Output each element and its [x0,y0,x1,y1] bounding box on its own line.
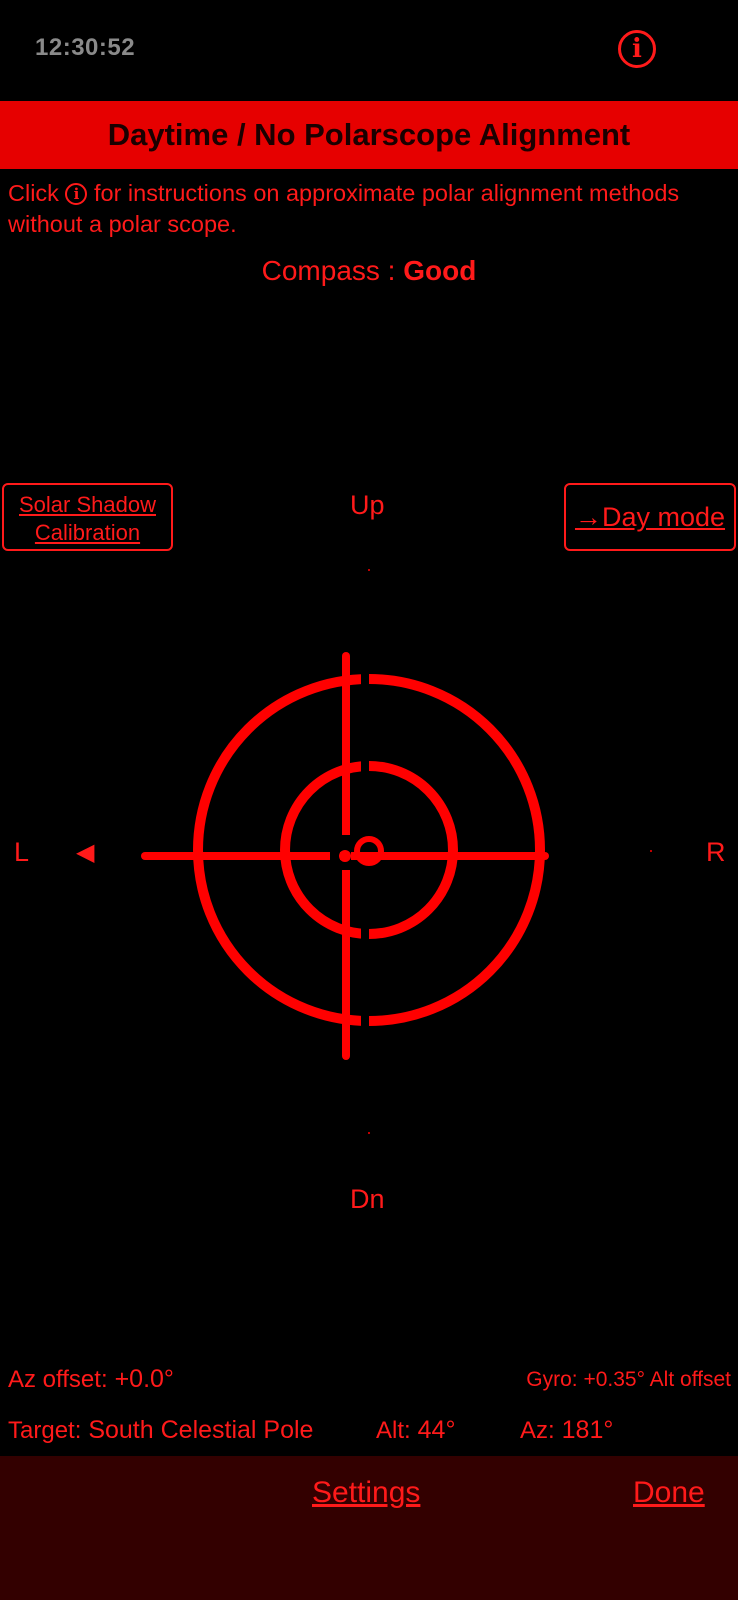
az-offset-value: +0.0° [114,1365,174,1393]
alt-value: 44° [417,1416,456,1444]
az-label: Az: [520,1417,555,1444]
marker-tick-down [368,1132,370,1134]
alt-label: Alt: [376,1417,411,1444]
alt-offset-label: Alt offset [649,1368,731,1391]
footer-bar: Settings Done [0,1456,738,1600]
inner-ring [280,761,458,939]
marker-tick-right [650,850,652,852]
az-offset-readout: Az offset: +0.0° [8,1365,174,1394]
center-dot [339,850,351,862]
target-value: South Celestial Pole [88,1416,314,1444]
az-readout: Az: 181° [520,1416,613,1445]
gyro-readout: Gyro: +0.35° Alt offset [526,1368,731,1392]
target-readout: Target: South Celestial Pole [8,1416,313,1445]
done-link[interactable]: Done [633,1476,705,1510]
target-label: Target: [8,1417,82,1444]
alignment-reticle [141,569,652,1134]
gyro-value: +0.35° [583,1368,645,1391]
marker-tick-up [368,569,370,571]
az-value: 181° [561,1416,614,1444]
alt-readout: Alt: 44° [376,1416,455,1445]
settings-link[interactable]: Settings [312,1476,420,1510]
gyro-label: Gyro: [526,1368,578,1391]
az-offset-label: Az offset: [8,1366,108,1393]
